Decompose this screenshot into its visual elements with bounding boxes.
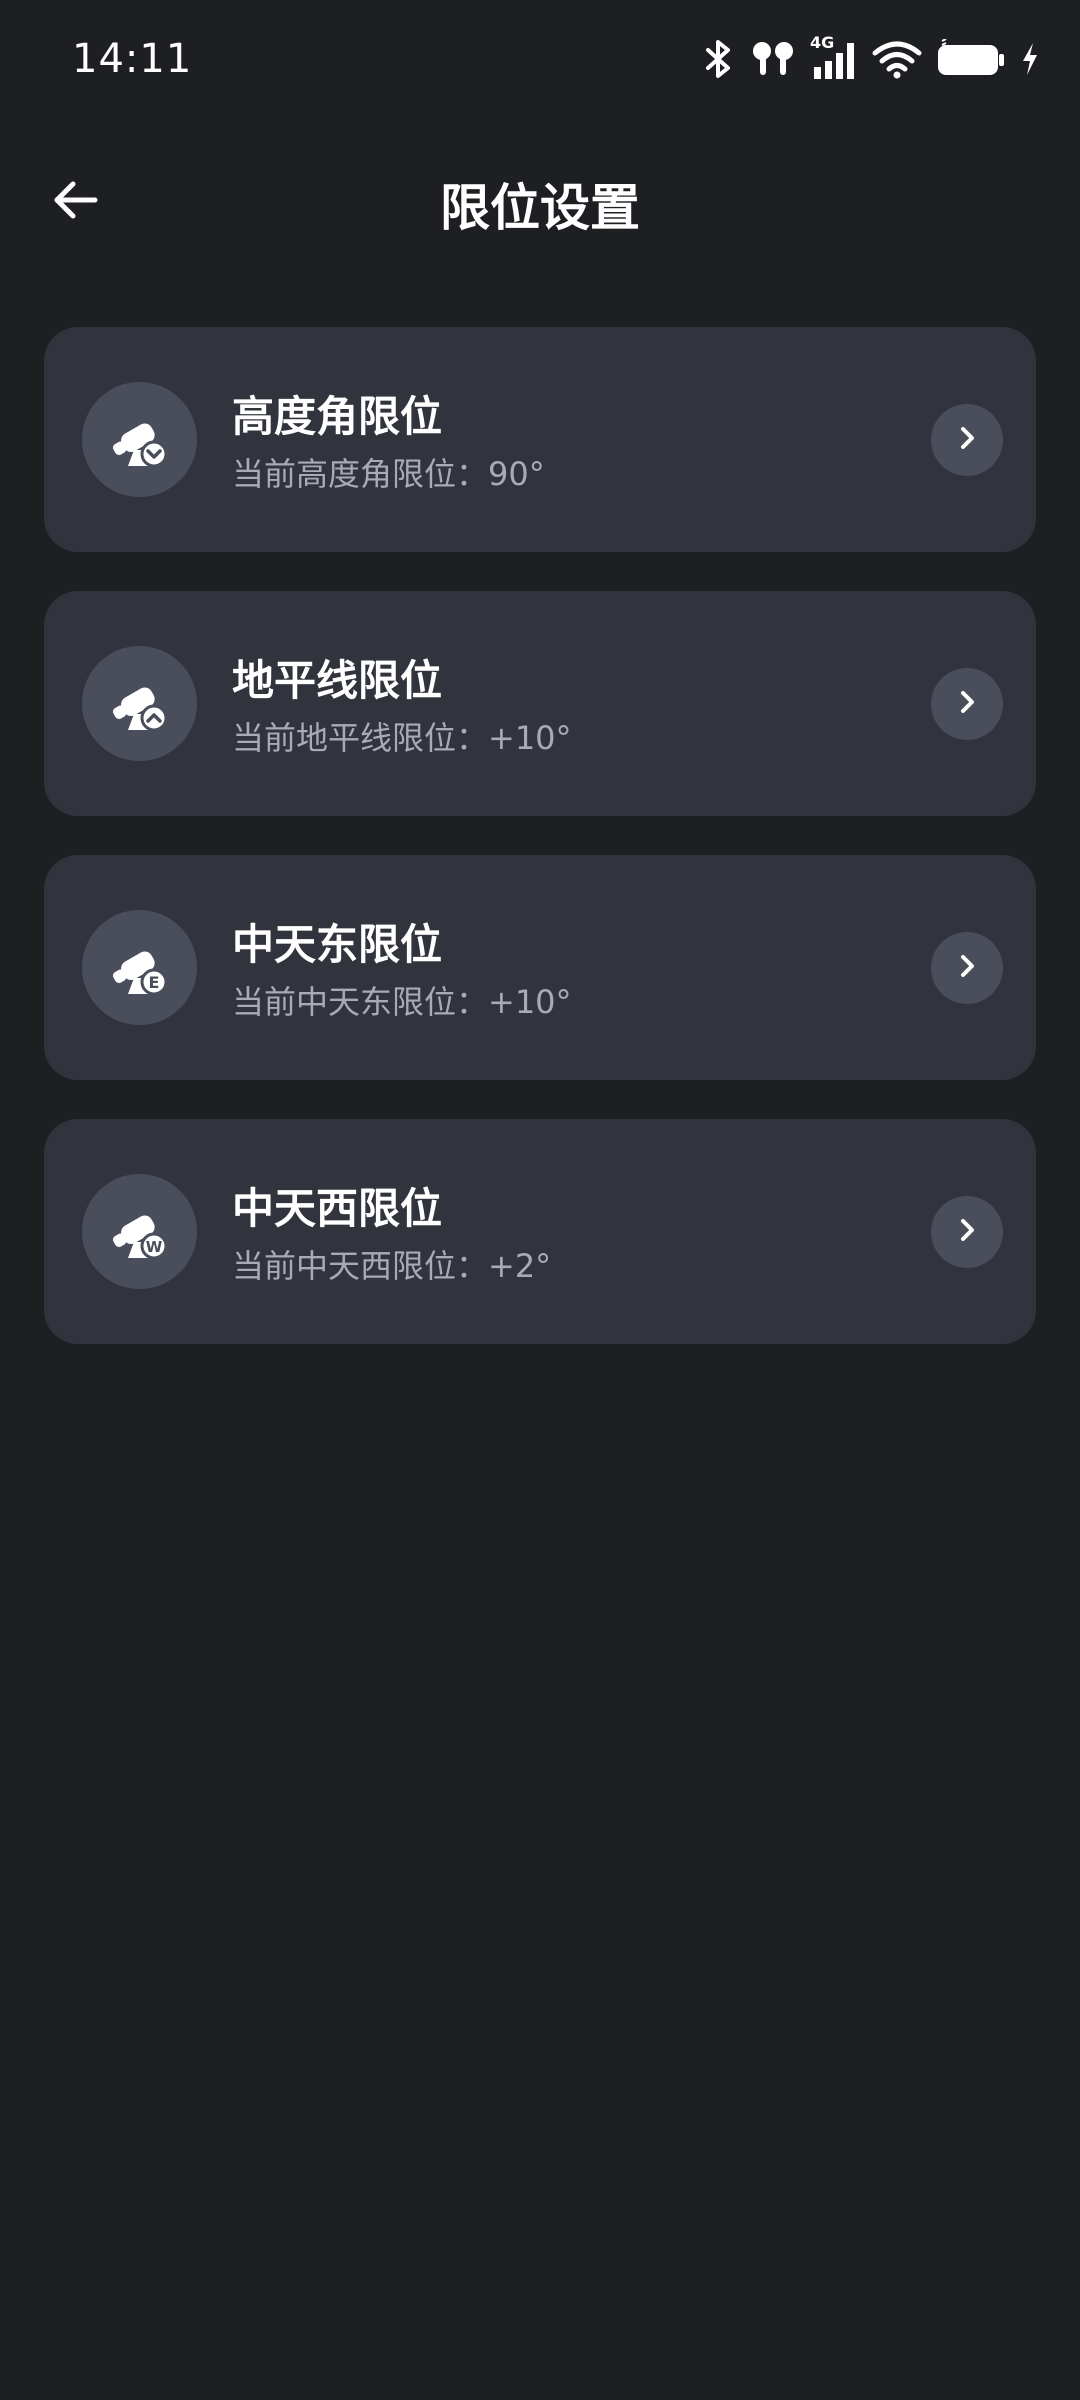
card-subtitle: 当前地平线限位：+10° bbox=[232, 719, 572, 757]
screen: 14:11 4G 限位设置 高度角限位 当前高度角限位：90° 地平线限位 当前… bbox=[0, 0, 1080, 2400]
chevron-right-button[interactable] bbox=[931, 668, 1003, 740]
telescope-meridian-west-icon: W bbox=[82, 1174, 197, 1289]
header: 限位设置 bbox=[0, 140, 1080, 260]
chevron-right-button[interactable] bbox=[931, 1196, 1003, 1268]
page-title: 限位设置 bbox=[440, 179, 640, 237]
chevron-right-icon bbox=[953, 688, 981, 720]
badge-letter: W bbox=[145, 1238, 162, 1256]
card-title: 中天东限位 bbox=[232, 920, 443, 969]
badge-letter: E bbox=[148, 973, 159, 992]
card-title: 地平线限位 bbox=[232, 656, 443, 705]
status-time: 14:11 bbox=[72, 36, 193, 82]
battery-icon bbox=[936, 39, 1006, 79]
limit-settings-list: 高度角限位 当前高度角限位：90° 地平线限位 当前地平线限位：+10° E 中… bbox=[44, 327, 1036, 1383]
status-bar: 14:11 4G bbox=[0, 0, 1080, 120]
telescope-meridian-east-icon: E bbox=[82, 910, 197, 1025]
chevron-right-button[interactable] bbox=[931, 404, 1003, 476]
horizon-limit-card[interactable]: 地平线限位 当前地平线限位：+10° bbox=[44, 591, 1036, 816]
meridian-west-limit-card[interactable]: W 中天西限位 当前中天西限位：+2° bbox=[44, 1119, 1036, 1344]
altitude-limit-card[interactable]: 高度角限位 当前高度角限位：90° bbox=[44, 327, 1036, 552]
charging-icon bbox=[1020, 41, 1040, 77]
earbuds-icon bbox=[750, 39, 796, 79]
status-icons: 4G bbox=[702, 33, 1040, 84]
meridian-east-limit-card[interactable]: E 中天东限位 当前中天东限位：+10° bbox=[44, 855, 1036, 1080]
chevron-right-button[interactable] bbox=[931, 932, 1003, 1004]
telescope-horizon-icon bbox=[82, 646, 197, 761]
wifi-icon bbox=[872, 39, 922, 79]
telescope-altitude-icon bbox=[82, 382, 197, 497]
card-title: 高度角限位 bbox=[232, 392, 443, 441]
card-title: 中天西限位 bbox=[232, 1184, 443, 1233]
card-subtitle: 当前高度角限位：90° bbox=[232, 455, 545, 493]
chevron-right-icon bbox=[953, 424, 981, 456]
bluetooth-icon bbox=[702, 39, 736, 79]
card-subtitle: 当前中天西限位：+2° bbox=[232, 1247, 552, 1285]
signal-4g-icon: 4G bbox=[810, 33, 858, 81]
chevron-right-icon bbox=[953, 1216, 981, 1248]
chevron-right-icon bbox=[953, 952, 981, 984]
card-subtitle: 当前中天东限位：+10° bbox=[232, 983, 572, 1021]
